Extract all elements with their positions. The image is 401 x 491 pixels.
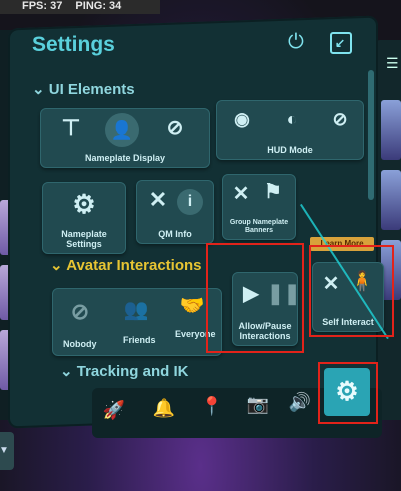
camera-icon[interactable]: 📷 (246, 394, 270, 415)
chevron-down-icon: ⌄ (60, 363, 77, 380)
nameplate-person-icon[interactable]: 👤 (105, 113, 139, 147)
interaction-permission-tile: ⊘ 👥 🤝 Nobody Friends Everyone (52, 288, 222, 356)
section-label: UI Elements (48, 81, 135, 98)
fps-ping-readout: FPS: 37 PING: 34 (0, 0, 160, 14)
scrollbar[interactable] (368, 70, 374, 200)
friends-icon[interactable]: 👥 (121, 297, 151, 322)
banner-icon[interactable]: ⚑ (261, 179, 285, 204)
eye-off-icon[interactable]: ⊘ (325, 109, 355, 130)
qm-info-tile: ✕ i QM Info (136, 180, 214, 244)
tile-label: HUD Mode (267, 145, 313, 155)
gear-icon: ⚙ (72, 189, 96, 219)
nameplate-visible-icon[interactable]: ⊤ (55, 115, 87, 141)
close-icon[interactable]: ✕ (229, 181, 253, 206)
power-icon[interactable]: ⏻ (288, 31, 304, 54)
nameplate-hidden-icon[interactable]: ⊘ (159, 115, 191, 140)
info-icon[interactable]: i (177, 189, 203, 215)
eye-half-icon[interactable]: ◐ (277, 109, 307, 130)
nobody-label: Nobody (63, 339, 97, 349)
location-pin-icon[interactable]: 📍 (200, 396, 224, 417)
chevron-down-icon: ⌄ (32, 81, 49, 98)
chevron-down-icon[interactable]: ▼ (0, 432, 14, 470)
highlight-box (309, 245, 394, 337)
tile-label: Group Nameplate Banners (229, 219, 289, 234)
group-nameplate-banners-tile: ✕ ⚑ Group Nameplate Banners (222, 174, 296, 240)
right-thumbnail (381, 170, 401, 230)
right-thumbnail (381, 100, 401, 160)
section-ui-elements[interactable]: ⌄ UI Elements (32, 80, 135, 98)
bell-icon[interactable]: 🔔 (152, 398, 176, 419)
highlight-box (206, 243, 304, 353)
chevron-down-icon: ⌄ (50, 257, 67, 274)
nameplate-display-tile: ⊤ 👤 ⊘ Nameplate Display (40, 108, 210, 168)
rocket-icon[interactable]: 🚀 (102, 400, 126, 421)
friends-label: Friends (123, 335, 156, 345)
audio-icon[interactable]: 🔊 (288, 392, 312, 413)
fps-counter: FPS: 37 (22, 0, 63, 12)
section-tracking-ik[interactable]: ⌄ Tracking and IK (60, 362, 188, 380)
section-label: Avatar Interactions (66, 257, 202, 274)
right-background-panel (376, 40, 401, 420)
expand-icon[interactable]: ↙ (330, 32, 352, 54)
section-avatar-interactions[interactable]: ⌄ Avatar Interactions (50, 256, 202, 274)
nameplate-settings-button[interactable]: ⚙ Nameplate Settings (42, 182, 126, 254)
everyone-icon[interactable]: 🤝 (177, 293, 207, 318)
page-title: Settings (32, 33, 115, 56)
highlight-box (318, 362, 378, 424)
ping-counter: PING: 34 (75, 0, 122, 12)
eye-icon[interactable]: ◉ (227, 109, 257, 130)
hud-mode-tile: ◉ ◐ ⊘ HUD Mode (216, 100, 364, 160)
menu-icon[interactable]: ☰ (386, 55, 399, 72)
close-icon[interactable]: ✕ (145, 187, 171, 213)
section-label: Tracking and IK (76, 363, 189, 380)
nobody-icon[interactable]: ⊘ (65, 299, 95, 325)
tile-label: Nameplate Settings (61, 229, 107, 249)
tile-label: Nameplate Display (84, 153, 166, 163)
tile-label: QM Info (158, 229, 192, 239)
